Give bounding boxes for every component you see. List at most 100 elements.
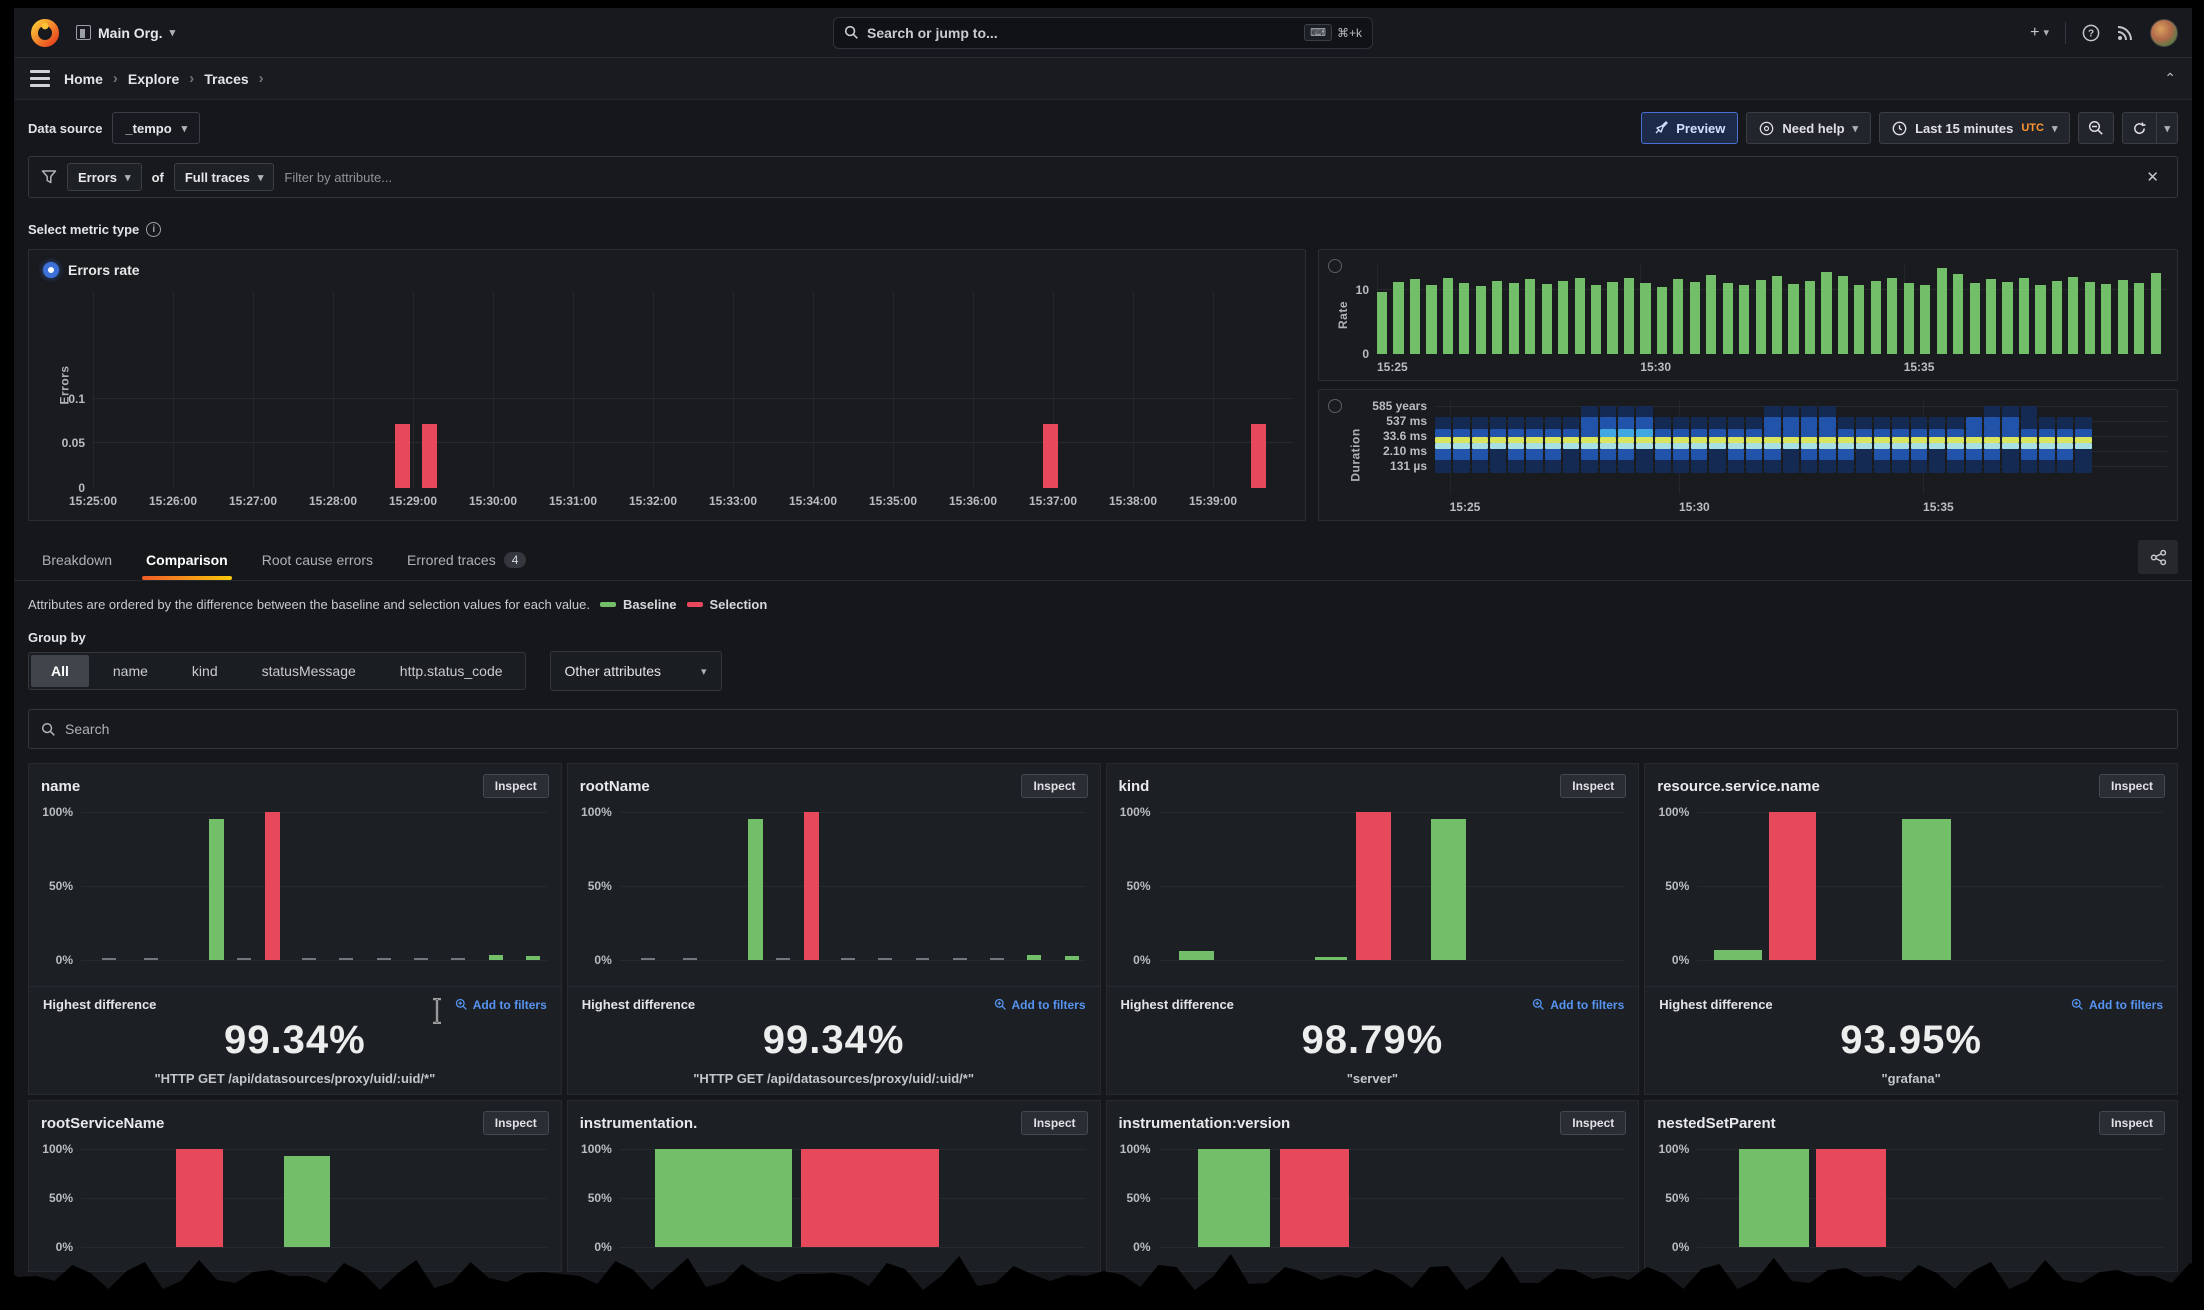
- grafana-logo-icon[interactable]: [28, 16, 62, 50]
- breadcrumb-traces[interactable]: Traces: [204, 71, 248, 87]
- rate-bar: [1690, 282, 1700, 354]
- grid-line: [620, 886, 1086, 887]
- attribute-search-input[interactable]: Search: [28, 709, 2178, 749]
- heatmap-cell: [1874, 429, 1890, 437]
- add-to-filters-link[interactable]: Add to filters: [455, 998, 547, 1012]
- menu-icon[interactable]: [30, 70, 50, 87]
- errors-rate-panel: Errors rate Errors 15:25:0015:26:0015:27…: [28, 249, 1306, 521]
- heatmap-cell: [1545, 460, 1561, 473]
- duration-heatmap[interactable]: 15:2515:3015:35585 years537 ms33.6 ms2.1…: [1435, 400, 2167, 494]
- mini-bar-chart[interactable]: 100%50%0%: [81, 806, 547, 974]
- heatmap-cell: [1545, 406, 1561, 417]
- attribute-filter-input[interactable]: Filter by attribute...: [284, 170, 2130, 185]
- tab-errored-traces[interactable]: Errored traces 4: [393, 544, 540, 580]
- mini-bar-chart[interactable]: 100%50%0%: [1697, 806, 2163, 974]
- metric-type-row: Select metric type i: [14, 204, 2192, 245]
- group-by-kind[interactable]: kind: [170, 653, 240, 689]
- tiny-bar: [683, 958, 697, 960]
- group-by-all[interactable]: All: [31, 655, 89, 687]
- rate-chart[interactable]: 15:2515:3015:35010: [1377, 264, 2167, 354]
- tab-root-cause-errors[interactable]: Root cause errors: [248, 544, 387, 580]
- heatmap-cell: [1581, 449, 1597, 460]
- chevron-down-icon: ▾: [182, 122, 188, 135]
- tab-comparison[interactable]: Comparison: [132, 544, 242, 580]
- add-to-filters-link[interactable]: Add to filters: [994, 998, 1086, 1012]
- news-icon[interactable]: [2116, 24, 2134, 42]
- org-switcher[interactable]: Main Org. ▾: [76, 25, 175, 41]
- time-range-picker[interactable]: Last 15 minutes UTC ▾: [1879, 112, 2070, 144]
- share-button[interactable]: [2138, 540, 2178, 574]
- refresh-interval-button[interactable]: ▾: [2157, 112, 2178, 144]
- rate-bar: [1476, 286, 1486, 354]
- chevron-up-icon[interactable]: ⌃: [2164, 70, 2176, 87]
- x-tick-label: 15:30: [1679, 500, 1710, 514]
- heatmap-cells: [1435, 406, 2094, 473]
- group-by-statusmessage[interactable]: statusMessage: [240, 653, 378, 689]
- mini-bar-chart[interactable]: 100%50%0%: [1159, 1143, 1625, 1261]
- errors-rate-radio[interactable]: Errors rate: [43, 262, 140, 278]
- y-tick-label: 100%: [581, 1142, 612, 1156]
- errors-rate-chart[interactable]: 15:25:0015:26:0015:27:0015:28:0015:29:00…: [93, 292, 1293, 488]
- user-avatar[interactable]: [2150, 19, 2178, 47]
- breadcrumb-home[interactable]: Home: [64, 71, 103, 87]
- scope-select[interactable]: Full traces▾: [174, 163, 275, 191]
- heatmap-cell: [1600, 449, 1616, 460]
- heatmap-cell: [1545, 429, 1561, 437]
- heatmap-cell: [1563, 429, 1579, 437]
- heatmap-cell: [1526, 449, 1542, 460]
- help-icon[interactable]: ?: [2082, 24, 2100, 42]
- heatmap-cell: [1874, 406, 1890, 417]
- inspect-button[interactable]: Inspect: [2099, 1111, 2165, 1135]
- heatmap-cell: [1636, 449, 1652, 460]
- svg-text:?: ?: [2088, 28, 2094, 39]
- need-help-button[interactable]: Need help ▾: [1746, 112, 1871, 144]
- heatmap-cell: [1691, 406, 1707, 417]
- heatmap-cell: [1508, 429, 1524, 437]
- global-search-input[interactable]: Search or jump to... ⌨ ⌘+k: [833, 17, 1373, 49]
- chevron-down-icon: ▾: [258, 171, 264, 184]
- inspect-button[interactable]: Inspect: [1021, 1111, 1087, 1135]
- mini-bar-chart[interactable]: 100%50%0%: [1159, 806, 1625, 974]
- mini-bar-chart[interactable]: 100%50%0%: [620, 1143, 1086, 1261]
- heatmap-cell: [1966, 417, 1982, 429]
- heatmap-cell: [1984, 406, 2000, 417]
- inspect-button[interactable]: Inspect: [1560, 774, 1626, 798]
- mini-bar-chart[interactable]: 100%50%0%: [81, 1143, 547, 1261]
- metric-select[interactable]: Errors▾: [67, 163, 142, 191]
- inspect-button[interactable]: Inspect: [2099, 774, 2165, 798]
- inspect-button[interactable]: Inspect: [1021, 774, 1087, 798]
- rate-radio[interactable]: [1328, 259, 1342, 273]
- inspect-button[interactable]: Inspect: [483, 774, 549, 798]
- heatmap-cell: [1618, 417, 1634, 429]
- grid-line: [893, 292, 894, 488]
- breadcrumb-explore[interactable]: Explore: [128, 71, 179, 87]
- rate-bar: [1838, 276, 1848, 354]
- info-icon[interactable]: i: [146, 222, 161, 237]
- inspect-button[interactable]: Inspect: [1560, 1111, 1626, 1135]
- add-to-filters-link[interactable]: Add to filters: [2071, 998, 2163, 1012]
- inspect-button[interactable]: Inspect: [483, 1111, 549, 1135]
- new-button[interactable]: +▾: [2030, 24, 2049, 42]
- duration-radio[interactable]: [1328, 399, 1342, 413]
- mini-bar-chart[interactable]: 100%50%0%: [620, 806, 1086, 974]
- grid-line: [81, 812, 547, 813]
- chevron-down-icon: ▾: [701, 665, 707, 678]
- heatmap-cell: [1435, 429, 1451, 437]
- heatmap-cell: [1673, 449, 1689, 460]
- other-attributes-select[interactable]: Other attributes ▾: [550, 651, 722, 691]
- y-tick-label: 50%: [588, 1191, 612, 1205]
- close-icon[interactable]: ✕: [2140, 164, 2165, 190]
- zoom-out-button[interactable]: [2078, 112, 2114, 144]
- group-by-name[interactable]: name: [91, 653, 170, 689]
- x-tick-label: 15:29:00: [389, 494, 437, 508]
- preview-button[interactable]: Preview: [1641, 112, 1738, 144]
- rate-bar: [1871, 281, 1881, 354]
- mini-bar-chart[interactable]: 100%50%0%: [1697, 1143, 2163, 1261]
- heatmap-cell: [1600, 460, 1616, 473]
- heatmap-cell: [1911, 449, 1927, 460]
- refresh-button[interactable]: [2122, 112, 2157, 144]
- datasource-picker[interactable]: _tempo ▾: [112, 112, 200, 144]
- tab-breakdown[interactable]: Breakdown: [28, 544, 126, 580]
- add-to-filters-link[interactable]: Add to filters: [1532, 998, 1624, 1012]
- group-by-http-status-code[interactable]: http.status_code: [378, 653, 525, 689]
